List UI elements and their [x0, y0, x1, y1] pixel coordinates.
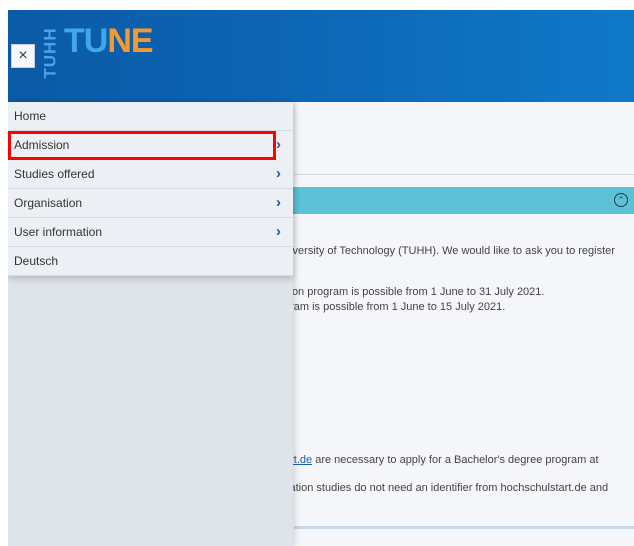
paragraph-line: niversity of Technology (TUHH). We would…: [284, 245, 615, 257]
menu-item-label: User information: [14, 225, 103, 239]
menu-item-label: Admission: [14, 138, 70, 152]
app-frame: × TUHH TUNE ⌃ niversity of Technology (T…: [8, 10, 634, 546]
divider: [294, 174, 634, 175]
menu-list: Home Admission › Studies offered › Organ…: [8, 102, 293, 276]
menu-item-label: Home: [14, 109, 47, 123]
menu-item-admission[interactable]: Admission ›: [8, 131, 281, 160]
logo[interactable]: TUNE: [64, 22, 154, 61]
menu-item-home[interactable]: Home: [8, 102, 293, 131]
close-menu-button[interactable]: ×: [11, 44, 35, 68]
paragraph-line: art.de are necessary to apply for a Bach…: [284, 454, 599, 466]
collapse-icon[interactable]: ⌃: [614, 193, 628, 207]
section-header-bar[interactable]: ⌃: [292, 187, 634, 214]
menu-item-deutsch[interactable]: Deutsch: [8, 247, 293, 276]
bottom-rule: [294, 526, 634, 529]
chevron-right-icon[interactable]: ›: [276, 224, 290, 239]
header-bar: × TUHH TUNE: [8, 10, 634, 102]
side-menu: Home Admission › Studies offered › Organ…: [8, 102, 293, 546]
menu-item-label: Deutsch: [14, 254, 59, 268]
chevron-right-icon[interactable]: ›: [276, 137, 290, 152]
menu-item-user-information[interactable]: User information ›: [8, 218, 293, 247]
menu-item-studies-offered[interactable]: Studies offered ›: [8, 160, 293, 189]
menu-item-label: Studies offered: [14, 167, 95, 181]
menu-item-label: Organisation: [14, 196, 83, 210]
paragraph-line: ition program is possible from 1 June to…: [284, 286, 545, 298]
paragraph-line: gram is possible from 1 June to 15 July …: [284, 301, 506, 313]
logo-vertical-text: TUHH: [41, 27, 60, 79]
close-icon: ×: [18, 47, 28, 64]
chevron-right-icon[interactable]: ›: [276, 166, 290, 181]
paragraph-line: zation studies do not need an identifier…: [284, 482, 609, 494]
chevron-right-icon[interactable]: ›: [276, 195, 290, 210]
menu-item-organisation[interactable]: Organisation ›: [8, 189, 293, 218]
